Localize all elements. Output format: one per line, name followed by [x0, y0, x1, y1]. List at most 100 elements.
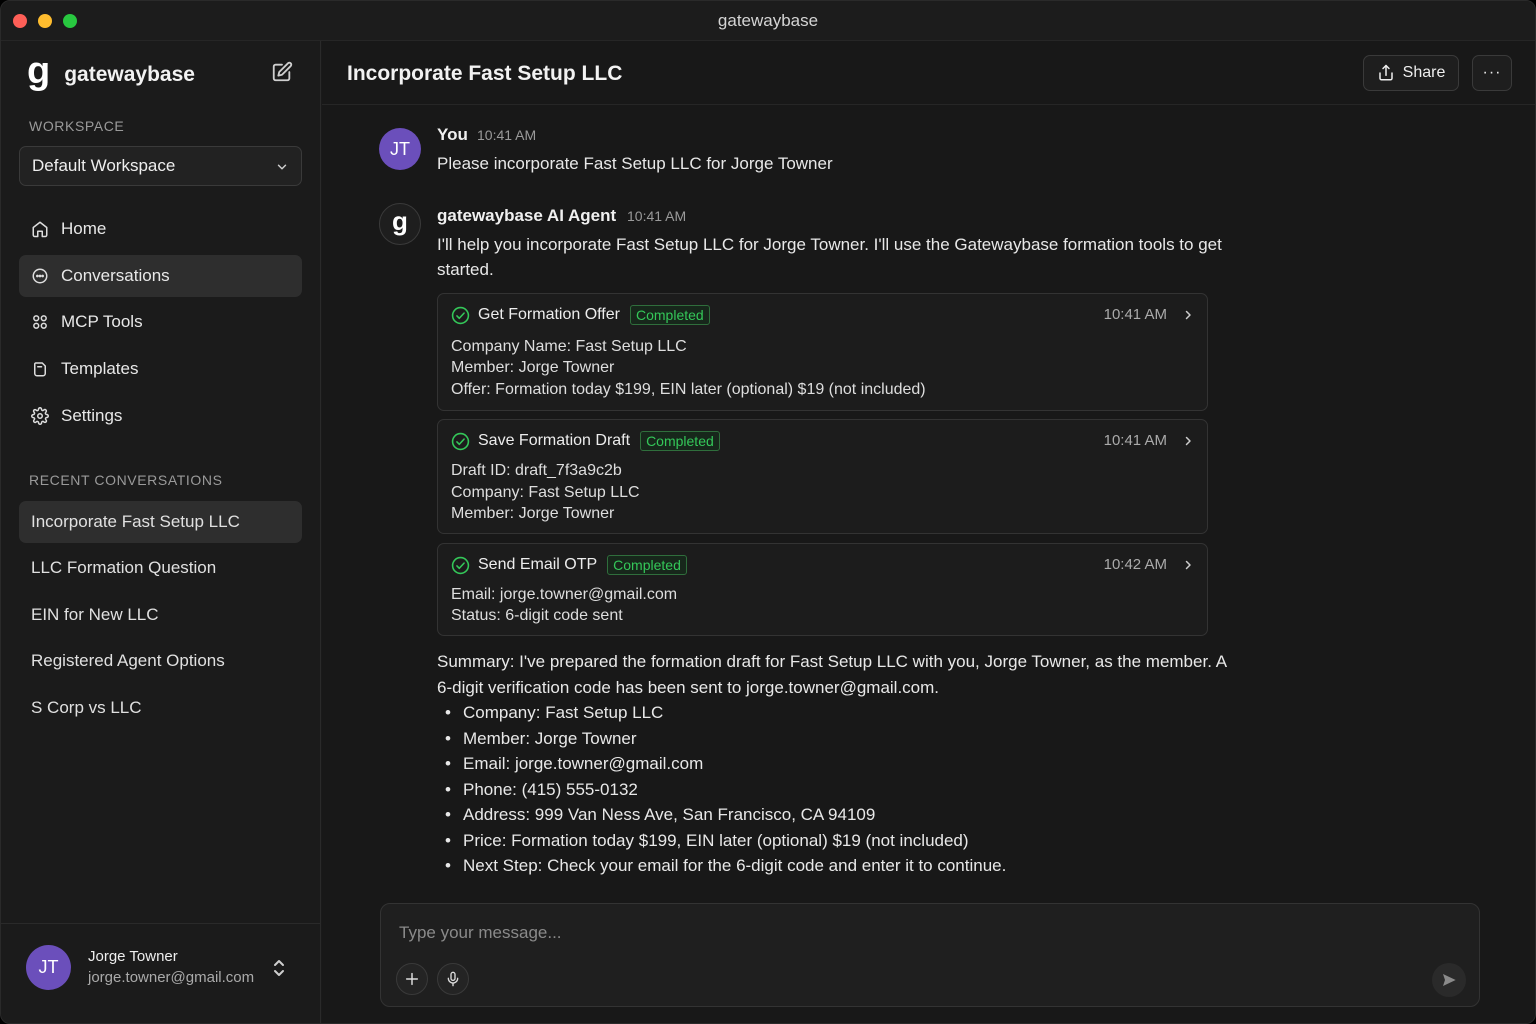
status-badge: Completed [629, 305, 710, 325]
tool-name: Save Formation Draft [478, 432, 631, 449]
list-item: Address: 999 Van Ness Ave, San Francisco… [437, 802, 1227, 828]
tool-time: 10:42 AM [1103, 556, 1167, 573]
nav-item-mcp-tools[interactable]: MCP Tools [19, 301, 302, 343]
tool-detail-line: Company: Fast Setup LLC [451, 484, 640, 501]
nav-item-conversations[interactable]: Conversations [19, 255, 302, 297]
window-title: gatewaybase [717, 11, 819, 30]
recent-conversation-item[interactable]: EIN for New LLC [19, 594, 302, 636]
summary-block: Summary: I've prepared the formation dra… [437, 649, 1227, 879]
template-icon [31, 360, 49, 378]
status-badge: Completed [640, 431, 720, 451]
message-time: 10:41 AM [477, 127, 537, 143]
nav-item-label: Conversations [61, 266, 170, 285]
recent-conversation-item[interactable]: Registered Agent Options [19, 640, 302, 682]
tool-call-card[interactable]: Save Formation Draft Completed 10:41 AM … [437, 419, 1208, 534]
message-author: gatewaybase AI Agent [437, 206, 617, 225]
more-icon: ··· [1482, 64, 1502, 81]
check-circle-icon [451, 556, 470, 574]
tool-detail-line: Draft ID: draft_7f3a9c2b [451, 462, 622, 479]
tool-detail-line: Status: 6-digit code sent [451, 607, 623, 624]
summary-intro: Summary: I've prepared the formation dra… [437, 652, 1227, 697]
workspace-select[interactable]: Default Workspace [19, 146, 302, 186]
tool-time: 10:41 AM [1103, 306, 1167, 323]
recent-conversation-item[interactable]: S Corp vs LLC [19, 687, 302, 729]
tool-detail-line: Company Name: Fast Setup LLC [451, 338, 687, 355]
tool-detail-line: Offer: Formation today $199, EIN later (… [451, 381, 926, 398]
brand-name: gatewaybase [64, 63, 195, 86]
brand-logo-icon: g [27, 50, 51, 92]
main-panel: Incorporate Fast Setup LLC Share ··· JT … [322, 41, 1535, 1023]
microphone-icon [447, 971, 459, 987]
list-item: Email: jorge.towner@gmail.com [437, 751, 1227, 777]
recent-conversation-item[interactable]: LLC Formation Question [19, 547, 302, 589]
title-bar: gatewaybase [1, 1, 1535, 41]
app-window: gatewaybase g gatewaybase WORKSPACE Defa… [0, 0, 1536, 1024]
tool-name: Send Email OTP [478, 556, 598, 573]
share-button[interactable]: Share [1363, 55, 1459, 91]
tool-call-card[interactable]: Get Formation Offer Completed 10:41 AM C… [437, 293, 1208, 411]
summary-list: Company: Fast Setup LLC Member: Jorge To… [437, 700, 1227, 879]
gear-icon [31, 407, 49, 425]
nav-item-settings[interactable]: Settings [19, 395, 302, 437]
message-composer [380, 903, 1480, 1007]
chevron-right-icon[interactable] [1182, 558, 1194, 577]
home-icon [31, 220, 49, 238]
more-options-button[interactable]: ··· [1472, 55, 1512, 91]
new-chat-icon[interactable] [271, 61, 295, 85]
send-icon [1443, 974, 1456, 986]
conversation-header: Incorporate Fast Setup LLC Share ··· [322, 41, 1535, 105]
tool-detail-line: Member: Jorge Towner [451, 505, 615, 522]
voice-input-button[interactable] [437, 963, 469, 995]
tool-call-header: Get Formation Offer Completed [451, 305, 710, 325]
plus-icon [405, 972, 419, 986]
chat-icon [31, 267, 49, 285]
user-profile[interactable]: JT Jorge Towner jorge.towner@gmail.com [1, 923, 320, 1023]
message-author: You [437, 125, 468, 144]
check-circle-icon [451, 306, 470, 324]
tool-name: Get Formation Offer [478, 306, 620, 323]
nav-item-label: Settings [61, 406, 123, 425]
list-item: Next Step: Check your email for the 6-di… [437, 853, 1227, 879]
workspace-label: WORKSPACE [29, 118, 125, 134]
message-input[interactable] [399, 920, 1399, 946]
grid-icon [31, 313, 49, 331]
recent-conversations-label: RECENT CONVERSATIONS [29, 472, 223, 488]
chevron-right-icon[interactable] [1182, 434, 1194, 453]
workspace-value: Default Workspace [32, 156, 176, 175]
recent-conversation-item[interactable]: Incorporate Fast Setup LLC [19, 501, 302, 543]
message-text: I'll help you incorporate Fast Setup LLC… [437, 235, 1222, 279]
chevron-down-icon [275, 159, 289, 179]
avatar: JT [26, 945, 71, 990]
list-item: Company: Fast Setup LLC [437, 700, 1227, 726]
message-text: Please incorporate Fast Setup LLC for Jo… [437, 154, 833, 173]
nav-item-home[interactable]: Home [19, 208, 302, 250]
list-item: Phone: (415) 555-0132 [437, 777, 1227, 803]
share-label: Share [1402, 64, 1446, 81]
user-avatar: JT [379, 128, 421, 170]
tool-time: 10:41 AM [1103, 432, 1167, 449]
nav-item-templates[interactable]: Templates [19, 348, 302, 390]
chevron-right-icon[interactable] [1182, 308, 1194, 327]
tool-detail-line: Email: jorge.towner@gmail.com [451, 586, 678, 603]
nav-item-label: Templates [61, 359, 139, 378]
agent-avatar: g [379, 203, 421, 245]
nav-item-label: MCP Tools [61, 312, 143, 331]
sidebar: g gatewaybase WORKSPACE Default Workspac… [1, 41, 321, 1023]
message-time: 10:41 AM [627, 208, 687, 224]
check-circle-icon [451, 432, 470, 450]
status-badge: Completed [607, 555, 687, 575]
attach-button[interactable] [396, 963, 428, 995]
brand[interactable]: g gatewaybase [27, 52, 195, 93]
tool-detail-line: Member: Jorge Towner [451, 359, 615, 376]
tool-call-header: Send Email OTP Completed [451, 555, 687, 575]
tool-call-card[interactable]: Send Email OTP Completed 10:42 AM Email:… [437, 543, 1208, 636]
nav-item-label: Home [61, 219, 107, 238]
page-title: Incorporate Fast Setup LLC [347, 62, 623, 85]
list-item: Price: Formation today $199, EIN later (… [437, 828, 1227, 854]
send-button[interactable] [1432, 963, 1466, 997]
chevrons-up-down-icon[interactable] [271, 958, 287, 983]
share-icon [1378, 64, 1393, 81]
user-email: jorge.towner@gmail.com [88, 969, 255, 986]
tool-call-header: Save Formation Draft Completed [451, 431, 720, 451]
list-item: Member: Jorge Towner [437, 726, 1227, 752]
